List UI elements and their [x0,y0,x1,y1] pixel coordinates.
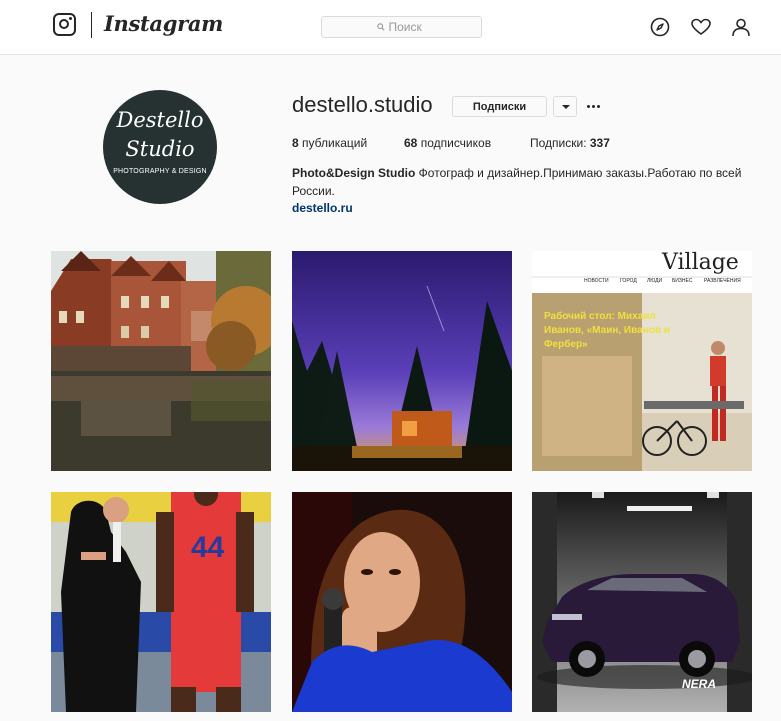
night-sky-trees-photo [292,251,512,471]
avatar-logo-text-line2: Studio [125,137,195,161]
instagram-camera-icon[interactable] [53,13,76,36]
magazine-nav-item: БИЗНЕС [672,278,693,284]
car-studio-photo: NERA [532,492,752,712]
posts-label: публикаций [302,136,368,150]
posts-count-stat: 8 публикаций [292,136,367,150]
singer-microphone-photo [292,492,512,712]
magazine-nav-item: НОВОСТИ [584,278,609,284]
post-thumbnail-night-sky[interactable] [292,251,512,471]
post-thumbnail-singer[interactable] [292,492,512,712]
post-thumbnail-canal-houses[interactable] [51,251,271,471]
profile-full-name: Photo&Design Studio [292,166,416,180]
avatar-logo-tagline: PHOTOGRAPHY & DESIGN [113,168,207,175]
studio-watermark: NERA [682,677,716,691]
followers-count: 68 [404,136,418,150]
magazine-nav-item: ЛЮДИ [647,278,662,284]
more-options-icon[interactable] [587,96,601,117]
search-icon [376,23,385,31]
following-label: Подписки: [530,136,587,150]
suggestions-dropdown-button[interactable] [553,96,577,117]
profile-bio: Photo&Design Studio Фотограф и дизайнер.… [292,164,752,200]
magazine-nav-item: ГОРОД [620,278,637,284]
profile-person-icon[interactable] [730,16,752,38]
chevron-down-icon [562,105,570,109]
profile-avatar[interactable]: Destello Studio PHOTOGRAPHY & DESIGN [103,90,217,204]
profile-username: destello.studio [292,92,433,117]
magazine-nav-item: РАЗВЛЕЧЕНИЯ [704,278,741,284]
logo-divider [91,12,92,38]
following-count-stat[interactable]: Подписки: 337 [530,136,610,150]
top-navigation-bar: Instagram [0,0,781,55]
canal-houses-photo [51,251,271,471]
posts-count: 8 [292,136,299,150]
basketball-photo: 44 [51,492,271,712]
followers-label: подписчиков [420,136,492,150]
post-thumbnail-basketball[interactable]: 44 [51,492,271,712]
profile-website-link[interactable]: destello.ru [292,201,353,215]
explore-compass-icon[interactable] [649,16,671,38]
following-count: 337 [589,136,610,150]
search-input[interactable] [388,20,427,34]
avatar-logo-text-line1: Destello [116,108,204,132]
following-button[interactable]: Подписки [452,96,547,117]
search-box[interactable] [321,16,482,38]
post-thumbnail-car[interactable]: NERA [532,492,752,712]
instagram-wordmark[interactable]: Instagram [104,11,223,36]
heart-icon[interactable] [690,16,712,38]
followers-count-stat[interactable]: 68 подписчиков [404,136,491,150]
village-magazine-page: Village НОВОСТИ ГОРОД ЛЮДИ БИЗНЕС РАЗВЛЕ… [532,251,752,471]
post-thumbnail-village-magazine[interactable]: Village НОВОСТИ ГОРОД ЛЮДИ БИЗНЕС РАЗВЛЕ… [532,251,752,471]
jersey-number: 44 [191,531,225,564]
magazine-masthead: Village [661,251,739,275]
